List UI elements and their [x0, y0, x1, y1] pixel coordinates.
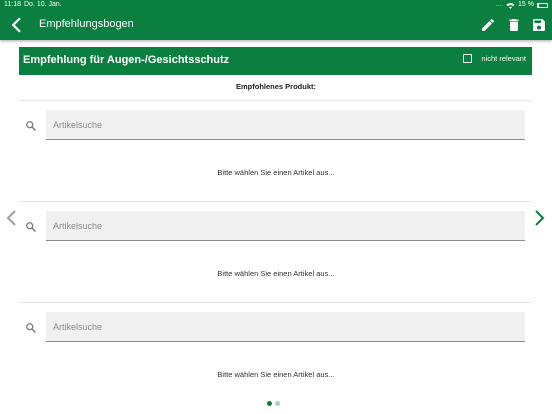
page-dot[interactable]	[275, 401, 280, 406]
article-search-input-1[interactable]	[46, 110, 525, 140]
select-article-hint-1: Bitte wählen Sie einen Artikel aus...	[217, 168, 335, 177]
back-chevron-icon[interactable]	[8, 16, 26, 34]
search-icon	[26, 121, 37, 132]
search-icon	[26, 323, 37, 334]
wifi-icon	[506, 2, 515, 9]
section-title: Empfehlung für Augen-/Gesichtsschutz	[23, 54, 230, 66]
next-page-chevron-icon[interactable]	[534, 209, 546, 227]
select-article-hint-2: Bitte wählen Sie einen Artikel aus...	[217, 269, 335, 278]
app-bar: Empfehlungsbogen	[0, 10, 552, 40]
article-search-input-3[interactable]	[46, 312, 525, 342]
top-bar: 11:18 Do. 10. Jan. .... 15 % Empfehlungs…	[0, 0, 552, 40]
select-article-hint-3: Bitte wählen Sie einen Artikel aus...	[217, 370, 335, 379]
divider	[19, 302, 532, 303]
section-header: Empfehlung für Augen-/Gesichtsschutz nic…	[19, 47, 532, 75]
status-bar: 11:18 Do. 10. Jan. .... 15 %	[0, 0, 552, 10]
page-indicator	[267, 401, 280, 406]
divider	[19, 201, 532, 202]
previous-page-chevron-icon[interactable]	[5, 209, 17, 227]
article-search-input-2[interactable]	[46, 211, 525, 241]
recommended-product-label: Empfohlenes Produkt:	[235, 82, 316, 91]
trash-icon[interactable]	[506, 17, 522, 33]
battery-icon	[537, 2, 548, 8]
battery-percent: 15 %	[518, 1, 534, 8]
status-right: .... 15 %	[495, 0, 548, 10]
not-relevant-checkbox[interactable]	[463, 54, 473, 63]
divider	[19, 100, 532, 101]
status-date: Do. 10. Jan.	[24, 1, 62, 8]
search-icon	[26, 222, 37, 233]
floppy-disk-icon[interactable]	[531, 17, 547, 33]
status-time: 11:18	[4, 1, 21, 8]
not-relevant-toggle[interactable]: nicht relevant	[463, 54, 526, 63]
page-dot[interactable]	[267, 401, 272, 406]
pencil-icon[interactable]	[480, 17, 496, 33]
not-relevant-label: nicht relevant	[481, 54, 526, 63]
battery-level	[538, 3, 540, 7]
signal-indicator: ....	[495, 1, 504, 8]
page-title: Empfehlungsbogen	[39, 18, 134, 30]
